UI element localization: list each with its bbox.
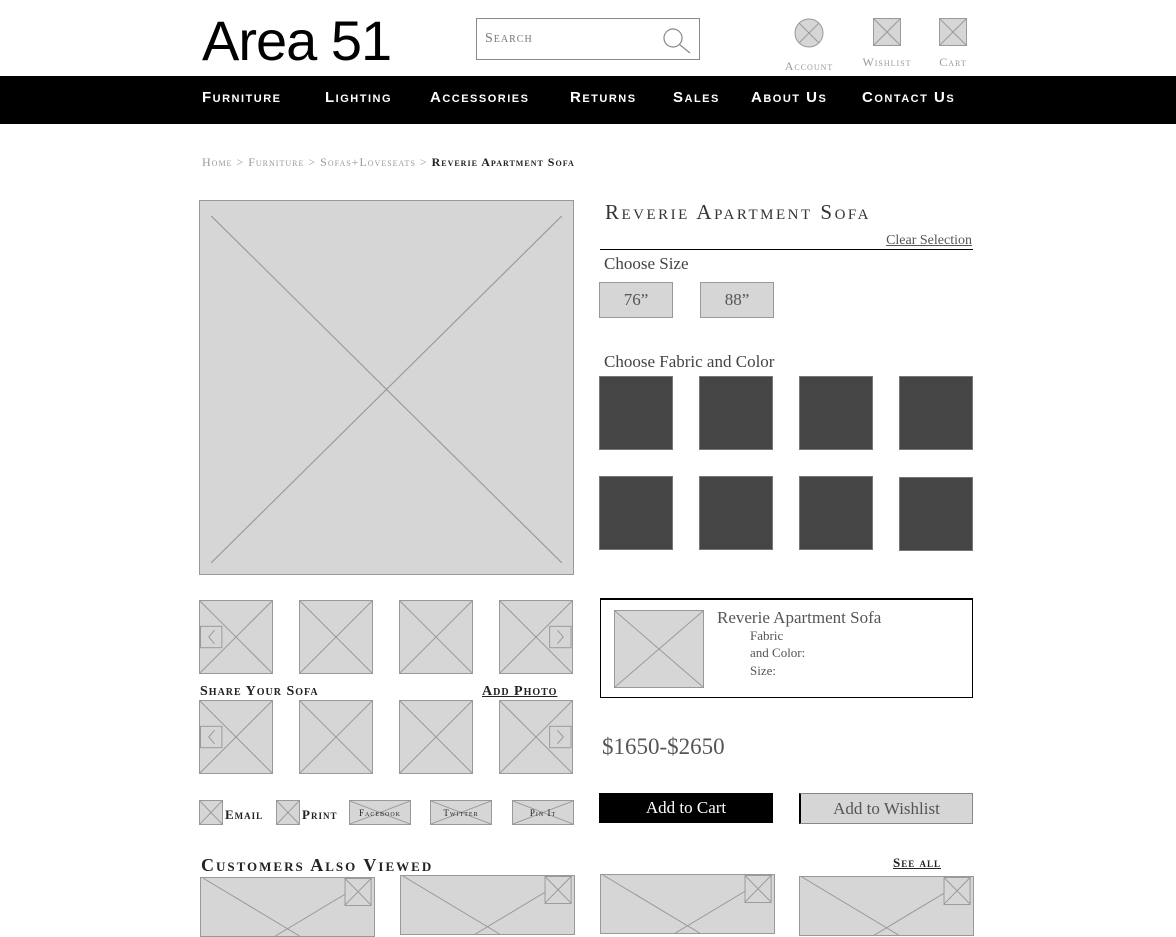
- print-icon[interactable]: [276, 800, 300, 825]
- pinterest-share-label: Pin It: [529, 808, 557, 818]
- add-to-cart-button[interactable]: Add to Cart: [599, 793, 773, 823]
- share-your-sofa-heading: Share Your Sofa: [200, 684, 319, 699]
- user-photo-thumbnail[interactable]: [299, 700, 373, 774]
- fabric-swatch[interactable]: [799, 476, 873, 550]
- user-photo-prev-arrow-icon[interactable]: [200, 727, 222, 749]
- wishlist-icon: [873, 18, 901, 46]
- facebook-share-label: Facebook: [358, 808, 401, 818]
- nav-about-us[interactable]: About Us: [751, 89, 827, 106]
- nav-lighting[interactable]: Lighting: [325, 89, 392, 106]
- thumbnail[interactable]: [499, 600, 573, 674]
- product-title: Reverie Apartment Sofa: [605, 200, 871, 224]
- breadcrumb-sofas-loveseats[interactable]: Sofas+Loveseats: [320, 155, 416, 169]
- site-logo[interactable]: Area 51: [202, 8, 392, 73]
- related-product-card[interactable]: [799, 876, 974, 936]
- thumbnail[interactable]: [199, 600, 273, 674]
- size-option-76[interactable]: 76”: [599, 282, 673, 318]
- nav-furniture[interactable]: Furniture: [202, 89, 282, 106]
- thumbnail-next-arrow-icon[interactable]: [551, 627, 572, 649]
- size-option-88[interactable]: 88”: [700, 282, 774, 318]
- wishlist-label: Wishlist: [862, 55, 912, 69]
- breadcrumb-current: Reverie Apartment Sofa: [431, 155, 575, 169]
- search-input[interactable]: [477, 19, 655, 59]
- breadcrumb: Home > Furniture > Sofas+Loveseats > Rev…: [202, 155, 575, 170]
- breadcrumb-separator: >: [236, 155, 245, 169]
- search-icon[interactable]: [659, 25, 693, 55]
- account-label: Account: [784, 59, 834, 73]
- summary-product-name: Reverie Apartment Sofa: [717, 608, 882, 627]
- wishlist-link[interactable]: Wishlist: [850, 18, 924, 70]
- nav-sales[interactable]: Sales: [673, 89, 720, 106]
- fabric-swatch[interactable]: [599, 476, 673, 550]
- title-divider: [600, 249, 973, 250]
- breadcrumb-separator: >: [419, 155, 428, 169]
- print-link[interactable]: Print: [302, 807, 337, 823]
- summary-fabric-label: Fabric: [750, 628, 784, 643]
- summary-size-label: Size:: [750, 663, 776, 678]
- add-photo-link[interactable]: Add Photo: [482, 684, 557, 700]
- twitter-share-button[interactable]: Twitter: [430, 800, 492, 825]
- thumbnail-prev-arrow-icon[interactable]: [200, 627, 222, 649]
- user-photo-thumbnail[interactable]: [399, 700, 473, 774]
- fabric-swatch[interactable]: [899, 477, 973, 551]
- email-icon[interactable]: [199, 800, 223, 825]
- choose-fabric-label: Choose Fabric and Color: [604, 352, 775, 371]
- facebook-share-button[interactable]: Facebook: [349, 800, 411, 825]
- fabric-swatch[interactable]: [899, 376, 973, 450]
- product-price: $1650-$2650: [602, 734, 725, 759]
- user-photo-next-arrow-icon[interactable]: [551, 727, 572, 749]
- fabric-swatch[interactable]: [699, 476, 773, 550]
- cart-icon: [939, 18, 967, 46]
- related-product-card[interactable]: [400, 875, 575, 935]
- fabric-swatch[interactable]: [599, 376, 673, 450]
- thumbnail[interactable]: [399, 600, 473, 674]
- user-photo-thumbnail[interactable]: [499, 700, 573, 774]
- account-link[interactable]: Account: [770, 18, 848, 74]
- thumbnail[interactable]: [299, 600, 373, 674]
- summary-thumbnail: [614, 610, 704, 688]
- cart-label: Cart: [939, 55, 967, 69]
- pinterest-share-button[interactable]: Pin It: [512, 800, 574, 825]
- breadcrumb-home[interactable]: Home: [202, 155, 232, 169]
- user-photo-thumbnail[interactable]: [199, 700, 273, 774]
- fabric-swatch[interactable]: [699, 376, 773, 450]
- nav-accessories[interactable]: Accessories: [430, 89, 529, 106]
- clear-selection-link[interactable]: Clear Selection: [886, 233, 972, 249]
- breadcrumb-separator: >: [308, 155, 317, 169]
- email-link[interactable]: Email: [225, 807, 263, 823]
- selection-summary: Reverie Apartment Sofa Fabric and Color:…: [600, 598, 973, 698]
- related-product-card[interactable]: [200, 877, 375, 937]
- nav-returns[interactable]: Returns: [570, 89, 637, 106]
- choose-size-label: Choose Size: [604, 254, 689, 273]
- customers-also-viewed-heading: Customers Also Viewed: [201, 855, 434, 875]
- nav-contact-us[interactable]: Contact Us: [862, 89, 955, 106]
- fabric-swatch[interactable]: [799, 376, 873, 450]
- add-to-wishlist-button[interactable]: Add to Wishlist: [799, 793, 973, 824]
- main-product-image[interactable]: [199, 200, 574, 575]
- search-box[interactable]: [476, 18, 700, 60]
- twitter-share-label: Twitter: [443, 808, 479, 818]
- see-all-link[interactable]: See all: [893, 855, 941, 871]
- main-nav: Furniture Lighting Accessories Returns S…: [0, 76, 1176, 124]
- summary-color-label: and Color:: [750, 645, 806, 660]
- related-product-card[interactable]: [600, 874, 775, 934]
- cart-link[interactable]: Cart: [930, 18, 976, 70]
- breadcrumb-furniture[interactable]: Furniture: [248, 155, 304, 169]
- account-icon: [794, 18, 824, 48]
